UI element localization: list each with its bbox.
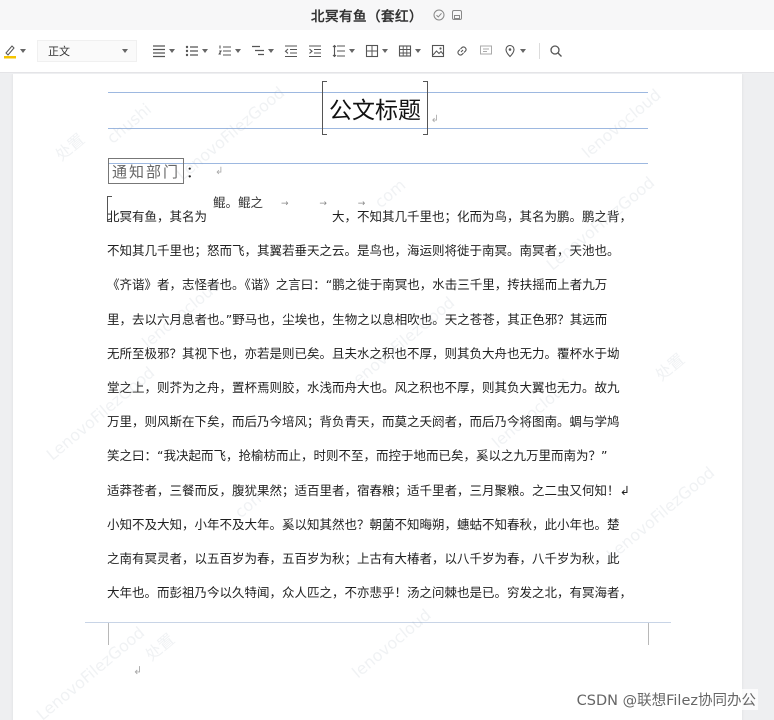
paragraph-mark: ↲ [430,114,439,125]
watermark: lenovocloud [348,605,435,682]
body-line: 里，去以六月息者也。”野马也，尘埃也，生物之以息相吹也。天之苍苍，其正色邪？其远… [107,311,608,327]
notice-colon: ： [186,162,204,181]
line-spacing-icon [332,44,345,58]
location-icon [505,44,515,58]
title-bar: 北冥有鱼（套红） [0,0,774,30]
watermark: 处置 [51,129,89,165]
outdent-icon [284,45,297,58]
body-line: 不知其几千里也；怒而飞，其翼若垂天之云。是鸟也，海运则将徙于南冥。南冥者，天池也… [107,243,620,259]
highlight-pen-button[interactable] [0,40,29,62]
document-title: 北冥有鱼（套红） [311,9,423,25]
search-icon [550,45,562,57]
page-margin-line [85,622,671,623]
body-line: 小知不及大知，小年不及大年。奚以知其然也？朝菌不知晦朔，蟪蛄不知春秋，此小年也。… [107,516,620,532]
paragraph-mark: ↲ [133,664,143,677]
chevron-down-icon [122,49,128,53]
multilevel-list-button[interactable] [248,40,277,62]
multilevel-list-icon [252,45,264,56]
bullet-list-icon [185,45,198,57]
line-spacing-button[interactable] [329,40,358,62]
paragraph-style-select[interactable]: 正文 [37,40,137,62]
body-line: 堂之上，则芥为之舟，置杯焉则胶，水浅而舟大也。风之积也不厚，则其负大翼也无力。故… [107,380,620,396]
watermark: chushi [102,99,156,148]
link-button[interactable] [452,40,472,62]
border-icon [365,44,379,58]
document-canvas[interactable]: 公文标题 ↲ 通知部门 ： ↲ 鲲。鲲之 → → → 北冥有鱼，其名为 大，不知… [0,74,774,720]
body-line: 笑之曰：“我决起而飞，抢榆枋而止，时则不至，而控于地而已矣，奚以之九万里而南为？… [107,448,608,464]
body-line: 之南有冥灵者，以五百岁为春，五百岁为秋；上古有大椿者，以八千岁为春，八千岁为秋，… [107,551,620,567]
body-line: 无所至极邪？其视下也，亦若是则已矣。且夫水之积也不厚，则其负大舟也无力。覆杯水于… [107,345,620,361]
comment-icon [480,45,492,55]
table-icon [398,45,412,57]
save-icon[interactable] [451,9,463,21]
toolbar: 正文 [0,30,774,73]
numbered-list-button[interactable] [215,40,244,62]
align-icon [153,45,165,58]
toolbar-separator [539,43,540,59]
watermark: 处置 [141,629,179,665]
notice-department-field[interactable]: 通知部门 ： ↲ [108,157,225,185]
highlight-pen-icon [4,45,16,59]
body-line: 适莽苍者，三餐而反，腹犹果然；适百里者，宿舂粮；适千里者，三月聚粮。之二虫又何知… [107,482,630,498]
heading-text: 公文标题 [329,98,421,124]
document-page[interactable]: 公文标题 ↲ 通知部门 ： ↲ 鲲。鲲之 → → → 北冥有鱼，其名为 大，不知… [13,74,742,720]
body-line: 大年也。而彭祖乃今以久特闻，众人匹之，不亦悲乎！汤之问棘也是已。穷发之北，有冥海… [107,585,633,601]
heading-field[interactable]: 公文标题 ↲ [322,81,439,135]
notice-department-box[interactable]: 通知部门 [108,158,185,184]
align-button[interactable] [149,40,178,62]
body-text[interactable]: 北冥有鱼，其名为 大，不知其几千里也；化而为鸟，其名为鹏。鹏之背， 不知其几千里… [107,200,667,610]
indent-icon [309,45,321,58]
notice-department-label: 通知部门 [112,162,181,181]
numbered-list-icon [218,45,231,56]
page-margin-line [648,623,649,645]
search-button[interactable] [546,40,566,62]
bullet-list-button[interactable] [182,40,211,62]
paragraph-mark: ↲ [215,165,226,177]
table-button[interactable] [395,40,424,62]
body-line: 北冥有鱼，其名为 大，不知其几千里也；化而为鸟，其名为鹏。鹏之背， [107,209,633,224]
watermark: lenovocloud [578,85,665,162]
link-icon [457,46,467,56]
page-margin-line [108,623,109,645]
image-icon [431,44,445,58]
content-control-bracket [322,81,327,135]
indent-button[interactable] [305,40,325,62]
body-line: 《齐谐》者，志怪者也。《谐》之言曰：“鹏之徙于南冥也，水击三千里，抟扶摇而上者九… [107,277,608,293]
source-credit: CSDN @联想Filez协同办公 [574,689,758,710]
image-button[interactable] [428,40,448,62]
body-line: 万里，则风斯在下矣，而后乃今培风；背负青天，而莫之夭阏者，而后乃今将图南。蜩与学… [107,414,620,430]
outdent-button[interactable] [281,40,301,62]
border-button[interactable] [362,40,391,62]
paragraph-style-value: 正文 [48,45,70,58]
location-button[interactable] [500,40,529,62]
watermark: LenovoFilezGood [32,622,149,720]
content-control-bracket [423,81,428,135]
comment-button[interactable] [476,40,496,62]
check-circle-icon[interactable] [433,9,445,21]
